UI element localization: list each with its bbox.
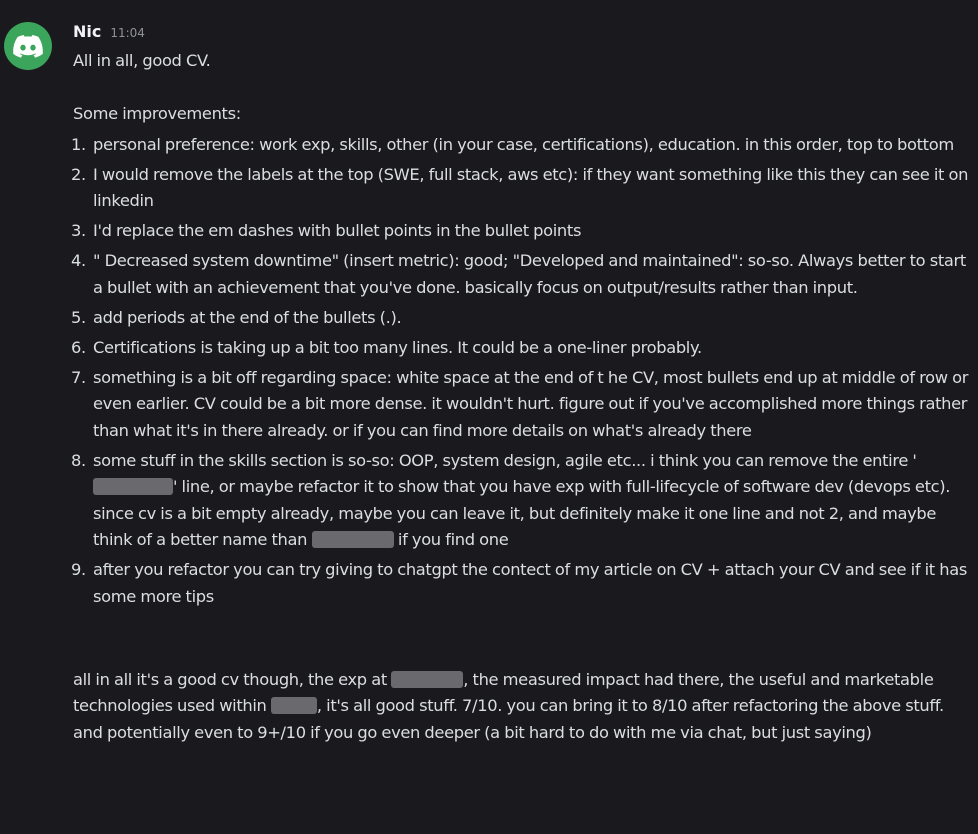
list-item-number: 4. — [71, 251, 86, 270]
list-item-text: ' line, or maybe refactor it to show tha… — [93, 477, 951, 549]
list-item: 8. some stuff in the skills section is s… — [71, 448, 971, 554]
list-item-number: 5. — [71, 307, 86, 327]
closing-text-part: all in all it's a good cv though, the ex… — [73, 669, 392, 689]
avatar[interactable] — [4, 22, 52, 70]
message-content: All in all, good CV. Some improvements: … — [71, 48, 971, 747]
list-item: 9. after you refactor you can try giving… — [71, 557, 971, 610]
closing-text: all in all it's a good cv though, the ex… — [73, 667, 971, 747]
list-item: 5. add periods at the end of the bullets… — [71, 305, 971, 332]
author-name[interactable]: Nic — [73, 22, 101, 41]
message-header: Nic 11:04 — [73, 22, 145, 44]
intro-text: All in all, good CV. — [73, 51, 211, 70]
chat-message: Nic 11:04 All in all, good CV. Some impr… — [0, 0, 978, 834]
list-item-number: 3. — [71, 221, 86, 240]
discord-logo-icon — [13, 34, 43, 58]
list-item: 6. Certifications is taking up a bit too… — [71, 335, 971, 362]
list-item-number: 1. — [71, 134, 86, 154]
list-heading: Some improvements: — [73, 104, 241, 123]
list-item-number: 9. — [71, 560, 86, 579]
list-item-number: 6. — [71, 337, 86, 357]
redacted-text — [311, 531, 394, 548]
list-item-text: Certifications is taking up a bit too ma… — [93, 337, 702, 357]
list-item: 1. personal preference: work exp, skills… — [71, 132, 971, 159]
list-item: 4. " Decreased system downtime" (insert … — [71, 248, 971, 301]
redacted-text — [93, 478, 173, 495]
improvements-list: 1. personal preference: work exp, skills… — [71, 132, 971, 611]
list-item-text: I'd replace the em dashes with bullet po… — [93, 221, 582, 240]
list-item-text: add periods at the end of the bullets (.… — [93, 307, 402, 327]
list-item-number: 7. — [71, 367, 86, 387]
list-item-number: 8. — [71, 450, 86, 470]
list-item-text: personal preference: work exp, skills, o… — [93, 134, 954, 154]
redacted-text — [391, 670, 464, 688]
list-item: 3. I'd replace the em dashes with bullet… — [71, 218, 971, 245]
redacted-text — [270, 697, 317, 714]
list-item-text: I would remove the labels at the top (SW… — [93, 164, 969, 211]
list-item: 7. something is a bit off regarding spac… — [71, 365, 971, 445]
list-item-text: something is a bit off regarding space: … — [93, 367, 969, 440]
list-item-text: " Decreased system downtime" (insert met… — [93, 251, 966, 297]
list-item: 2. I would remove the labels at the top … — [71, 162, 971, 215]
message-timestamp[interactable]: 11:04 — [110, 26, 145, 40]
list-item-number: 2. — [71, 164, 86, 184]
list-item-text: if you find one — [393, 530, 509, 549]
list-item-text: some stuff in the skills section is so-s… — [93, 450, 917, 470]
list-item-text: after you refactor you can try giving to… — [93, 560, 967, 606]
